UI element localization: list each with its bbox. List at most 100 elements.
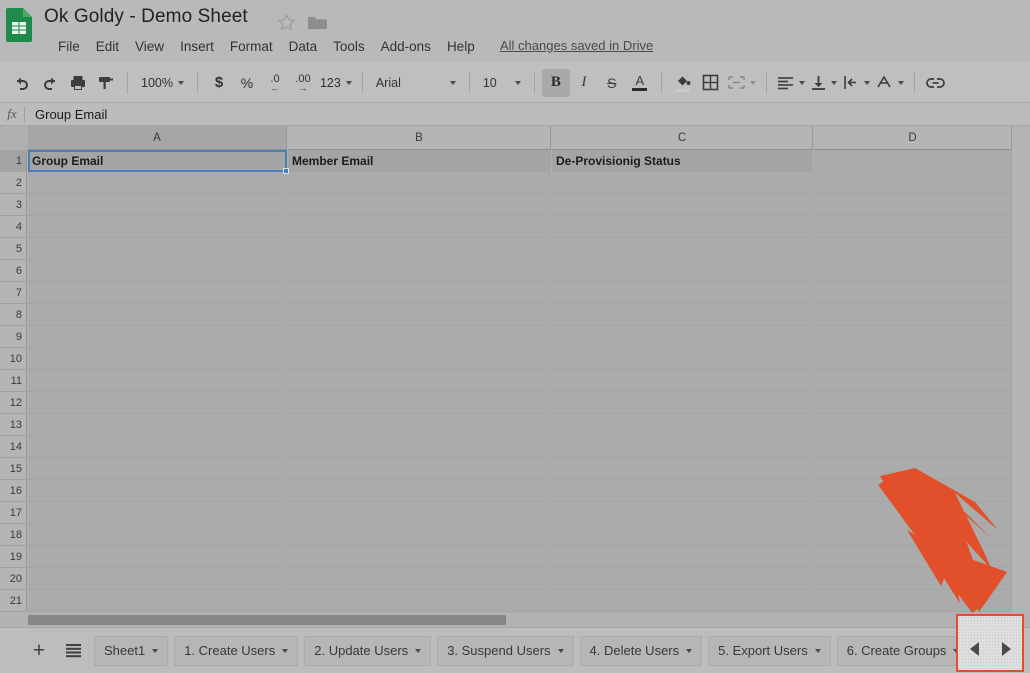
column-header-b[interactable]: B bbox=[288, 126, 551, 150]
cell-B2[interactable] bbox=[288, 172, 551, 194]
cell-D3[interactable] bbox=[814, 194, 1012, 216]
row-header-7[interactable]: 7 bbox=[0, 282, 27, 304]
row-header-6[interactable]: 6 bbox=[0, 260, 27, 282]
chevron-down-icon[interactable] bbox=[814, 648, 821, 653]
column-header-c[interactable]: C bbox=[552, 126, 813, 150]
row-header-17[interactable]: 17 bbox=[0, 502, 27, 524]
cell-C9[interactable] bbox=[552, 326, 813, 348]
vertical-align-button[interactable] bbox=[808, 69, 840, 97]
cell-C21[interactable] bbox=[552, 590, 813, 612]
cell-C16[interactable] bbox=[552, 480, 813, 502]
cell-C7[interactable] bbox=[552, 282, 813, 304]
cell-B21[interactable] bbox=[288, 590, 551, 612]
cell-A1[interactable]: Group Email bbox=[28, 150, 287, 172]
row-header-14[interactable]: 14 bbox=[0, 436, 27, 458]
row-header-10[interactable]: 10 bbox=[0, 348, 27, 370]
menu-file[interactable]: File bbox=[50, 38, 88, 55]
cell-C1[interactable]: De-Provisionig Status bbox=[552, 150, 813, 172]
cell-B9[interactable] bbox=[288, 326, 551, 348]
cell-A13[interactable] bbox=[28, 414, 287, 436]
all-sheets-button[interactable] bbox=[58, 636, 88, 666]
cell-C20[interactable] bbox=[552, 568, 813, 590]
chevron-down-icon[interactable] bbox=[557, 648, 564, 653]
menu-view[interactable]: View bbox=[127, 38, 172, 55]
cell-C17[interactable] bbox=[552, 502, 813, 524]
cell-A9[interactable] bbox=[28, 326, 287, 348]
text-rotation-button[interactable] bbox=[873, 69, 907, 97]
cell-A19[interactable] bbox=[28, 546, 287, 568]
row-header-8[interactable]: 8 bbox=[0, 304, 27, 326]
cell-D4[interactable] bbox=[814, 216, 1012, 238]
cell-A21[interactable] bbox=[28, 590, 287, 612]
cell-A5[interactable] bbox=[28, 238, 287, 260]
print-button[interactable] bbox=[64, 69, 92, 97]
percent-format-button[interactable]: % bbox=[233, 69, 261, 97]
cell-A17[interactable] bbox=[28, 502, 287, 524]
row-header-13[interactable]: 13 bbox=[0, 414, 27, 436]
cell-C10[interactable] bbox=[552, 348, 813, 370]
chevron-down-icon[interactable] bbox=[415, 648, 422, 653]
horizontal-align-button[interactable] bbox=[774, 69, 808, 97]
menu-format[interactable]: Format bbox=[222, 38, 281, 55]
menu-insert[interactable]: Insert bbox=[172, 38, 222, 55]
tab-scroll-right-button[interactable] bbox=[997, 640, 1015, 658]
cell-A6[interactable] bbox=[28, 260, 287, 282]
sheet-tab-4[interactable]: 3. Suspend Users bbox=[437, 635, 574, 666]
sheet-tab-2[interactable]: 1. Create Users bbox=[174, 635, 299, 666]
cell-C15[interactable] bbox=[552, 458, 813, 480]
cell-A12[interactable] bbox=[28, 392, 287, 414]
cell-D21[interactable] bbox=[814, 590, 1012, 612]
row-header-11[interactable]: 11 bbox=[0, 370, 27, 392]
italic-button[interactable]: I bbox=[570, 69, 598, 97]
undo-button[interactable] bbox=[8, 69, 36, 97]
cell-C3[interactable] bbox=[552, 194, 813, 216]
cell-D8[interactable] bbox=[814, 304, 1012, 326]
tab-scroll-left-button[interactable] bbox=[965, 640, 983, 658]
cell-B1[interactable]: Member Email bbox=[288, 150, 551, 172]
cell-A8[interactable] bbox=[28, 304, 287, 326]
folder-icon[interactable] bbox=[307, 14, 328, 31]
cell-B20[interactable] bbox=[288, 568, 551, 590]
row-header-3[interactable]: 3 bbox=[0, 194, 27, 216]
menu-data[interactable]: Data bbox=[281, 38, 326, 55]
cell-C14[interactable] bbox=[552, 436, 813, 458]
cell-B11[interactable] bbox=[288, 370, 551, 392]
cell-D1[interactable] bbox=[814, 150, 1012, 172]
cell-B13[interactable] bbox=[288, 414, 551, 436]
row-header-12[interactable]: 12 bbox=[0, 392, 27, 414]
row-header-9[interactable]: 9 bbox=[0, 326, 27, 348]
cell-D18[interactable] bbox=[814, 524, 1012, 546]
font-size-select[interactable]: 10 bbox=[477, 69, 527, 97]
cell-C2[interactable] bbox=[552, 172, 813, 194]
sheet-tab-5[interactable]: 4. Delete Users bbox=[579, 635, 703, 666]
cell-D17[interactable] bbox=[814, 502, 1012, 524]
row-header-1[interactable]: 1 bbox=[0, 150, 27, 172]
cell-D10[interactable] bbox=[814, 348, 1012, 370]
cell-C19[interactable] bbox=[552, 546, 813, 568]
column-header-a[interactable]: A bbox=[28, 126, 287, 150]
column-header-d[interactable]: D bbox=[814, 126, 1012, 150]
cell-C13[interactable] bbox=[552, 414, 813, 436]
insert-link-button[interactable] bbox=[922, 69, 950, 97]
chevron-down-icon[interactable] bbox=[686, 648, 693, 653]
cell-A11[interactable] bbox=[28, 370, 287, 392]
sheet-tab-7[interactable]: 6. Create Groups bbox=[836, 635, 970, 666]
bold-button[interactable]: B bbox=[541, 68, 570, 97]
text-color-button[interactable]: A bbox=[626, 69, 654, 97]
horizontal-scrollbar[interactable] bbox=[0, 613, 1030, 627]
sheet-tab-1[interactable]: Sheet1 bbox=[94, 635, 169, 666]
fill-color-button[interactable] bbox=[669, 69, 697, 97]
save-status-link[interactable]: All changes saved in Drive bbox=[500, 38, 653, 53]
row-header-20[interactable]: 20 bbox=[0, 568, 27, 590]
redo-button[interactable] bbox=[36, 69, 64, 97]
row-header-4[interactable]: 4 bbox=[0, 216, 27, 238]
cell-A20[interactable] bbox=[28, 568, 287, 590]
cell-D15[interactable] bbox=[814, 458, 1012, 480]
row-header-19[interactable]: 19 bbox=[0, 546, 27, 568]
zoom-control[interactable]: 100% bbox=[135, 69, 190, 97]
cell-C4[interactable] bbox=[552, 216, 813, 238]
cell-C6[interactable] bbox=[552, 260, 813, 282]
cell-B5[interactable] bbox=[288, 238, 551, 260]
cell-A2[interactable] bbox=[28, 172, 287, 194]
row-header-16[interactable]: 16 bbox=[0, 480, 27, 502]
